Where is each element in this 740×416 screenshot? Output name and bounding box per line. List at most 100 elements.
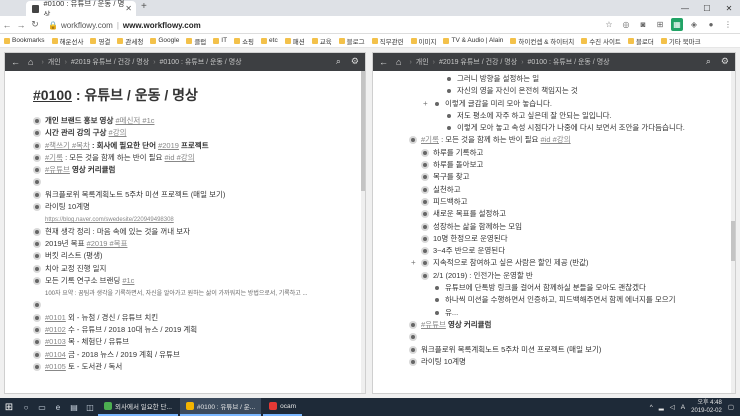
edge-icon[interactable]: e: [50, 398, 66, 416]
list-item[interactable]: 개인 브랜드 홍보 영상 #메신저 #1c: [5, 115, 365, 127]
settings-icon[interactable]: ⚙: [721, 56, 729, 67]
list-item[interactable]: 라이팅 10계명: [373, 356, 735, 368]
bullet-icon[interactable]: [421, 234, 429, 243]
search-icon[interactable]: ⌕: [706, 56, 711, 67]
breadcrumb-item[interactable]: 개인: [416, 57, 429, 67]
list-item[interactable]: 2019년 목표 #2019 #목표: [5, 238, 365, 250]
list-item[interactable]: #유튜브 영상 커리큘럼: [5, 164, 365, 176]
left-scrollbar[interactable]: [361, 71, 365, 393]
item-text[interactable]: 개인 브랜드 홍보 영상 #메신저 #1c: [45, 115, 155, 127]
url-input[interactable]: 🔒 workflowy.com | www.workflowy.com: [48, 18, 608, 32]
list-item[interactable]: 하나씩 미션을 수행하면서 인증하고, 피드백해주면서 함께 에너지를 모으기: [373, 294, 735, 306]
item-text[interactable]: #기록 : 모든 것을 함께 하는 반이 필요 #id #강의: [45, 152, 195, 164]
extension-icon[interactable]: ◎: [620, 18, 632, 31]
clock[interactable]: 오후 4:48 2019-02-02: [691, 399, 722, 415]
item-text[interactable]: 지속적으로 참여하고 싶은 사람은 할인 제공 (반값): [433, 257, 589, 269]
item-text[interactable]: 자신의 영을 자신이 온전히 책임지는 것: [457, 85, 578, 97]
list-item[interactable]: 피드백하고: [373, 196, 735, 208]
item-text[interactable]: 라이팅 10계명: [421, 356, 466, 368]
item-text[interactable]: #유튜브 영상 커리큘럼: [45, 164, 115, 176]
list-item[interactable]: 워크플로위 목록계획노트 5주차 미션 프로젝트 (매일 보기): [373, 344, 735, 356]
item-text[interactable]: 하나씩 미션을 수행하면서 인증하고, 피드백해주면서 함께 에너지를 모으기: [445, 294, 676, 306]
minimize-icon[interactable]: —: [674, 0, 696, 16]
breadcrumb-item[interactable]: #2019 유튜브 / 건강 / 명상: [71, 57, 149, 67]
bookmark-item[interactable]: 직무관련: [371, 36, 404, 46]
list-item[interactable]: 100자 요약 : 꿈팀과 생각을 기록하면서, 자신을 알아가고 원하는 삶이…: [5, 287, 365, 299]
item-text[interactable]: 실천하고: [433, 184, 461, 196]
store-icon[interactable]: ◫: [82, 398, 98, 416]
item-text[interactable]: 새로운 목표를 설정하고: [433, 208, 506, 220]
list-item[interactable]: 워크플로위 목록계획노트 5주차 미션 프로젝트 (매일 보기): [5, 189, 365, 201]
list-item[interactable]: 이렇게 모아 놓고 속성 시점다가 나중에 다시 보면서 조안을 가다듬습니다.: [373, 122, 735, 134]
home-icon[interactable]: ⌂: [28, 57, 33, 67]
window-close-icon[interactable]: ✕: [718, 0, 740, 16]
item-text[interactable]: 하루를 기록하고: [433, 147, 483, 159]
list-item[interactable]: 새로운 목표를 설정하고: [373, 208, 735, 220]
breadcrumb-item[interactable]: #2019 유튜브 / 건강 / 명상: [439, 57, 517, 67]
item-text[interactable]: #0105 토 - 도서관 / 독서: [45, 361, 122, 373]
item-text[interactable]: 워크플로위 목록계획노트 5주차 미션 프로젝트 (매일 보기): [421, 344, 601, 356]
bullet-icon[interactable]: [421, 161, 429, 170]
item-text[interactable]: #0104 금 - 2018 뉴스 / 2019 계획 / 유튜브: [45, 349, 180, 361]
bookmark-item[interactable]: 블로그: [338, 36, 365, 46]
bullet-icon[interactable]: [433, 308, 441, 317]
camera-icon[interactable]: ◙: [637, 18, 649, 31]
list-item[interactable]: + 지속적으로 참여하고 싶은 사람은 할인 제공 (반값): [373, 257, 735, 269]
tray-chevron-icon[interactable]: ^: [650, 404, 653, 411]
list-item[interactable]: 하루를 기록하고: [373, 147, 735, 159]
bullet-icon[interactable]: [33, 338, 41, 347]
item-text[interactable]: 현재 생각 정리 : 마음 속에 있는 것을 꺼내 보자: [45, 226, 190, 238]
maximize-icon[interactable]: ☐: [696, 0, 718, 16]
bullet-icon[interactable]: [409, 357, 417, 366]
bookmark-item[interactable]: IT: [213, 37, 227, 44]
bullet-icon[interactable]: [409, 333, 417, 342]
list-item[interactable]: 그러니 방향을 설정하는 일: [373, 73, 735, 85]
right-scrollbar[interactable]: [731, 71, 735, 393]
list-item[interactable]: 시간 관리 강의 구상 #강의: [5, 127, 365, 139]
bullet-icon[interactable]: [33, 153, 41, 162]
bullet-icon[interactable]: [445, 111, 453, 120]
bullet-icon[interactable]: [409, 136, 417, 145]
back-icon[interactable]: ←: [0, 20, 14, 30]
item-text[interactable]: 10명 한정으로 운영된다: [433, 233, 508, 245]
bookmark-item[interactable]: TV & Audio | Alain: [443, 37, 503, 44]
page-title[interactable]: #0100 : 유튜브 / 운동 / 명상: [33, 85, 365, 105]
bookmark-item[interactable]: 이미지: [410, 36, 436, 46]
list-item[interactable]: 버킷 리스트 (평생): [5, 250, 365, 262]
list-item[interactable]: 목구를 찾고: [373, 171, 735, 183]
bullet-icon[interactable]: [421, 259, 429, 268]
bullet-icon[interactable]: [421, 271, 429, 280]
bullet-icon[interactable]: [421, 222, 429, 231]
expand-icon[interactable]: +: [423, 98, 428, 110]
bullet-icon[interactable]: [33, 190, 41, 199]
list-item[interactable]: #0101 외 - 뉴첨 / 경신 / 유튜브 치킨: [5, 312, 365, 324]
reload-icon[interactable]: ↻: [28, 19, 42, 30]
list-item[interactable]: 유...: [373, 307, 735, 319]
menu-icon[interactable]: ⋮: [722, 18, 734, 31]
bullet-icon[interactable]: [433, 296, 441, 305]
item-text[interactable]: #책쓰기 #목차 : 회사에 필요한 단어 #2019 프로젝트: [45, 140, 209, 152]
bookmark-item[interactable]: 해운선사: [51, 36, 83, 46]
bullet-icon[interactable]: [433, 284, 441, 293]
item-text[interactable]: 치아 교정 진행 일지: [45, 263, 106, 275]
item-text[interactable]: 성장하는 삶을 함께하는 모임: [433, 221, 522, 233]
bullet-icon[interactable]: [421, 210, 429, 219]
bookmark-item[interactable]: 교육: [311, 36, 332, 46]
list-item[interactable]: 저도 평소에 자주 하고 싶은데 잘 안되는 일입니다.: [373, 110, 735, 122]
breadcrumb-item[interactable]: 개인: [48, 57, 61, 67]
network-icon[interactable]: ▂: [659, 403, 664, 411]
bullet-icon[interactable]: [445, 75, 453, 83]
account-icon[interactable]: ●: [705, 18, 717, 31]
notification-icon[interactable]: ▢: [728, 403, 734, 411]
bullet-icon[interactable]: [33, 264, 41, 273]
back-arrow-icon[interactable]: ←: [11, 57, 20, 67]
list-item[interactable]: [5, 176, 365, 188]
item-text[interactable]: 저도 평소에 자주 하고 싶은데 잘 안되는 일입니다.: [457, 110, 612, 122]
item-text[interactable]: 2/1 (2019) : 인전가는 운영할 반: [433, 270, 533, 282]
item-text[interactable]: #유튜브 영상 커리큘럼: [421, 319, 491, 331]
item-text[interactable]: #0102 수 - 유튜브 / 2018 10대 뉴스 / 2019 계획: [45, 324, 197, 336]
bullet-icon[interactable]: [421, 173, 429, 182]
item-text[interactable]: 모든 기록 연구소 브랜딩 #1c: [45, 275, 134, 287]
bullet-icon[interactable]: [33, 362, 41, 371]
item-text[interactable]: 유튜브에 단톡방 링크를 걸어서 함께하실 분들을 모아도 괜찮겠다: [445, 282, 646, 294]
